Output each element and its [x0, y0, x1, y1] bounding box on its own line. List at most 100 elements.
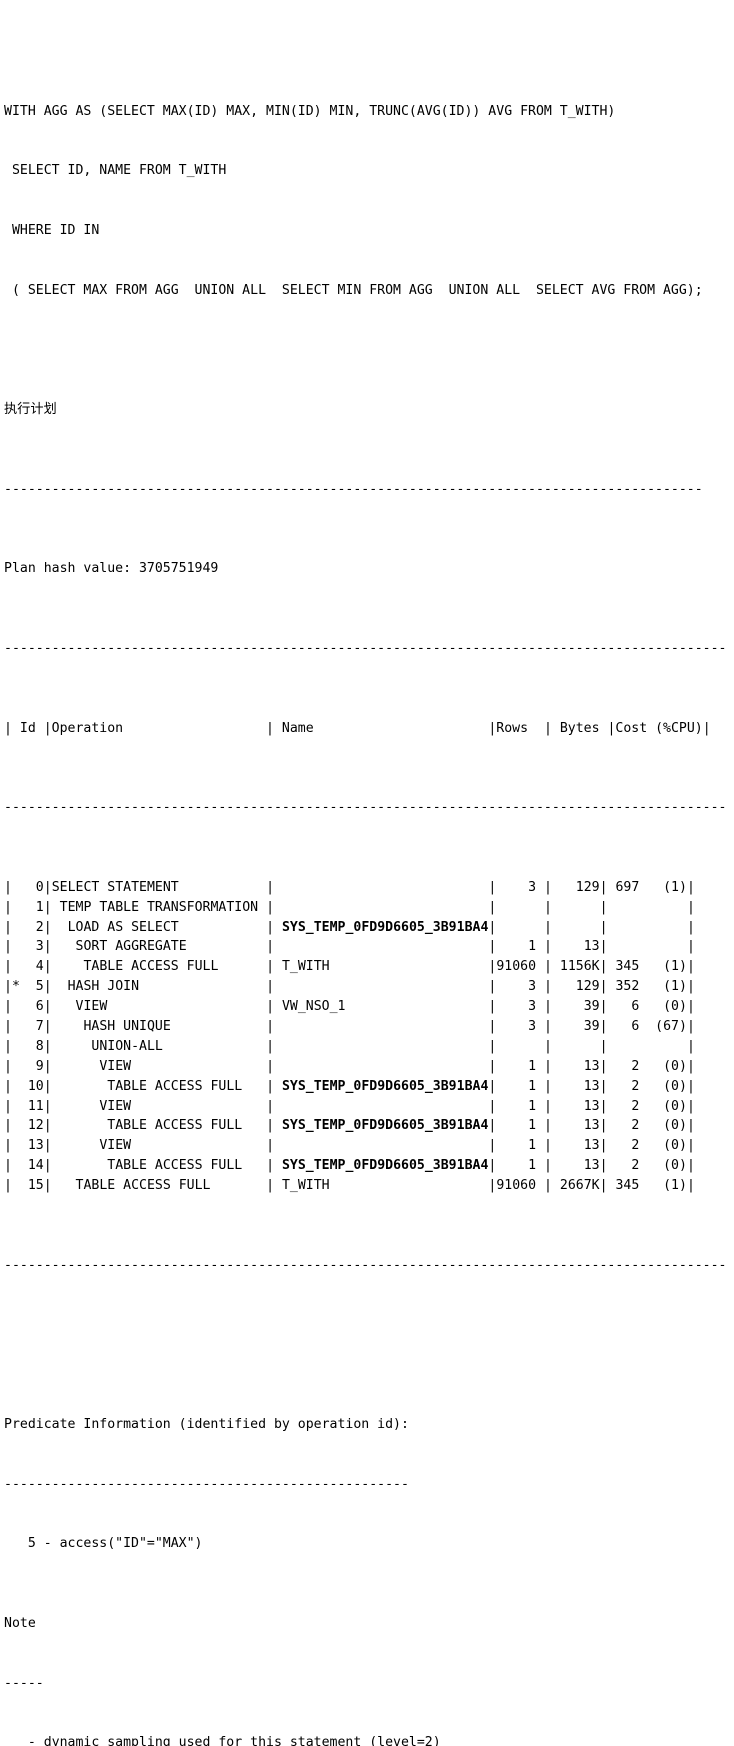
- header-bytes-cell: | Bytes: [528, 720, 600, 736]
- row-operation-cell: TABLE ACCESS FULL: [51, 1078, 267, 1094]
- row-divider: |: [266, 1118, 282, 1134]
- row-id-cell: 3: [19, 939, 44, 955]
- row-predicate-marker: [12, 1158, 20, 1173]
- note-rule: -----: [4, 1675, 44, 1691]
- row-divider: |: [266, 1178, 282, 1194]
- row-cost-cell: 2 (0): [607, 1098, 687, 1114]
- row-predicate-marker: [12, 920, 20, 935]
- row-right-border: |: [686, 1038, 695, 1054]
- row-left-border: |: [4, 1178, 12, 1194]
- row-divider: |: [43, 919, 52, 935]
- row-right-border: |: [686, 939, 695, 955]
- row-divider: |: [266, 959, 282, 975]
- plan-table-row: | 0|SELECT STATEMENT | | 3 | 129| 697 (1…: [4, 878, 734, 898]
- row-rows-cell: 1: [496, 1058, 537, 1074]
- row-divider: |: [536, 979, 552, 995]
- header-pad: [123, 721, 266, 736]
- row-cost-cell: 2 (0): [607, 1138, 687, 1154]
- row-divider: |: [599, 879, 608, 895]
- row-left-border: |: [4, 1018, 12, 1034]
- row-divider: |: [43, 999, 52, 1015]
- row-bytes-cell: 13: [551, 939, 600, 955]
- predicate-information-heading: Predicate Information (identified by ope…: [4, 1416, 409, 1432]
- row-divider: |: [536, 1138, 552, 1154]
- row-divider: |: [599, 999, 608, 1015]
- row-divider: |: [488, 1098, 497, 1114]
- row-divider: |: [488, 979, 497, 995]
- row-divider: |: [43, 1138, 52, 1154]
- row-divider: |: [488, 1078, 497, 1094]
- row-rows-cell: 91060: [496, 959, 537, 975]
- row-predicate-marker: *: [11, 979, 20, 995]
- plan-table-row: | 3| SORT AGGREGATE | | 1 | 13| |: [4, 937, 734, 957]
- row-divider: |: [599, 899, 608, 915]
- plan-table-row: | 11| VIEW | | 1 | 13| 2 (0)|: [4, 1097, 734, 1117]
- row-cost-cell: [608, 1039, 687, 1054]
- row-predicate-marker: [12, 939, 20, 954]
- row-cost-cell: 352 (1): [607, 979, 687, 995]
- sql-statement-block: WITH AGG AS (SELECT MAX(ID) MAX, MIN(ID)…: [4, 62, 734, 341]
- row-name-cell: [282, 1019, 488, 1034]
- sql-line: SELECT ID, NAME FROM T_WITH: [4, 163, 227, 179]
- row-right-border: |: [686, 1118, 695, 1134]
- row-operation-cell: SORT AGGREGATE: [51, 939, 267, 955]
- header-rows-cell: |Rows: [488, 720, 529, 736]
- row-divider: |: [488, 919, 497, 935]
- row-id-cell: 13: [19, 1138, 44, 1154]
- row-divider: |: [43, 979, 52, 995]
- plan-table-header-rule: ----------------------------------------…: [4, 800, 727, 816]
- row-rows-cell: 1: [496, 1118, 537, 1134]
- row-divider: |: [43, 1018, 52, 1034]
- row-left-border: |: [4, 1058, 12, 1074]
- row-rows-cell: 91060: [496, 1178, 537, 1194]
- header-operation-cell: |Operation: [43, 720, 124, 736]
- row-divider: |: [536, 919, 552, 935]
- row-divider: |: [488, 879, 497, 895]
- row-operation-cell: HASH UNIQUE: [51, 1018, 267, 1034]
- row-divider: |: [488, 939, 497, 955]
- row-divider: |: [599, 919, 608, 935]
- header-cost-cell: |Cost (%CPU)|: [599, 720, 711, 736]
- execution-plan-section-label: 执行计划: [4, 402, 57, 418]
- row-id-cell: 1: [19, 899, 44, 915]
- row-left-border: |: [4, 1078, 12, 1094]
- row-operation-cell: VIEW: [51, 999, 267, 1015]
- row-divider: |: [266, 1058, 282, 1074]
- row-bytes-cell: 13: [551, 1138, 600, 1154]
- plan-table-row: | 15| TABLE ACCESS FULL | T_WITH |91060 …: [4, 1176, 734, 1196]
- row-divider: |: [599, 1098, 608, 1114]
- row-divider: |: [43, 1178, 52, 1194]
- row-right-border: |: [686, 979, 695, 995]
- row-id-cell: 14: [19, 1158, 44, 1174]
- row-name-cell: [282, 880, 488, 895]
- plan-table-row: | 9| VIEW | | 1 | 13| 2 (0)|: [4, 1057, 734, 1077]
- row-bytes-cell: [552, 1039, 600, 1054]
- row-divider: |: [266, 899, 282, 915]
- row-name-cell: SYS_TEMP_0FD9D6605_3B91BA4: [281, 1158, 489, 1174]
- row-divider: |: [536, 939, 552, 955]
- row-right-border: |: [686, 1058, 695, 1074]
- row-left-border: |: [4, 979, 12, 995]
- row-cost-cell: 2 (0): [607, 1058, 687, 1074]
- row-rows-cell: 1: [496, 1158, 537, 1174]
- row-name-cell: T_WITH: [281, 1178, 489, 1194]
- row-name-cell: VW_NSO_1: [281, 999, 489, 1015]
- predicate-rule: ----------------------------------------…: [4, 1476, 409, 1492]
- row-operation-cell: TABLE ACCESS FULL: [51, 959, 267, 975]
- row-predicate-marker: [12, 1118, 20, 1133]
- row-operation-cell: VIEW: [51, 1138, 267, 1154]
- row-right-border: |: [686, 919, 695, 935]
- row-divider: |: [488, 1118, 497, 1134]
- row-predicate-marker: [12, 900, 20, 915]
- row-divider: |: [43, 1098, 52, 1114]
- row-bytes-cell: 1156K: [551, 959, 600, 975]
- row-cost-cell: 2 (0): [607, 1078, 687, 1094]
- row-rows-cell: 3: [496, 879, 537, 895]
- row-divider: |: [536, 1078, 552, 1094]
- row-operation-cell: SELECT STATEMENT: [51, 879, 267, 895]
- row-divider: |: [599, 979, 608, 995]
- row-divider: |: [536, 1158, 552, 1174]
- row-left-border: |: [4, 1158, 12, 1174]
- plan-table-row: | 12| TABLE ACCESS FULL | SYS_TEMP_0FD9D…: [4, 1116, 734, 1136]
- row-id-cell: 12: [19, 1118, 44, 1134]
